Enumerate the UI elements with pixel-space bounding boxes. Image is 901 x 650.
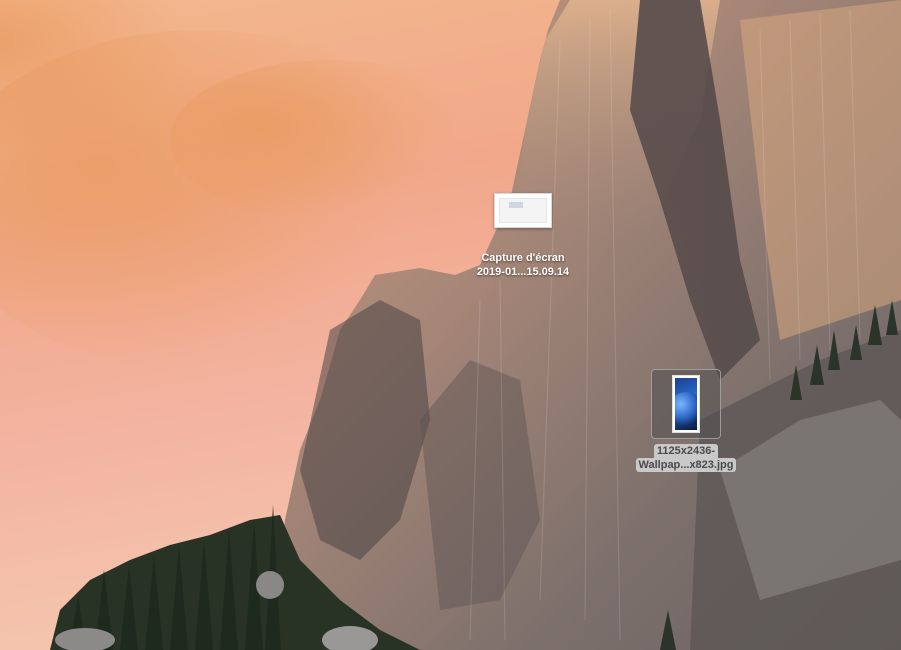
file-label-line1: 1125x2436-: [653, 444, 719, 458]
screenshot-thumbnail-icon: [494, 193, 552, 228]
image-thumbnail-icon: [672, 375, 700, 433]
desktop-file-wallpaper-image[interactable]: 1125x2436- Wallpap...x823.jpg: [618, 369, 754, 472]
file-label: Capture d'écran 2019-01...15.09.14: [477, 251, 569, 279]
file-label-selected: 1125x2436- Wallpap...x823.jpg: [635, 444, 737, 472]
desktop[interactable]: Capture d'écran 2019-01...15.09.14 1125x…: [0, 0, 901, 650]
file-label-line2: 2019-01...15.09.14: [476, 266, 570, 278]
file-label-line1: Capture d'écran: [481, 252, 565, 264]
desktop-file-screenshot[interactable]: Capture d'écran 2019-01...15.09.14: [461, 193, 585, 279]
selection-highlight: [651, 369, 721, 439]
file-label-line2: Wallpap...x823.jpg: [635, 458, 737, 472]
wallpaper: [0, 0, 901, 650]
